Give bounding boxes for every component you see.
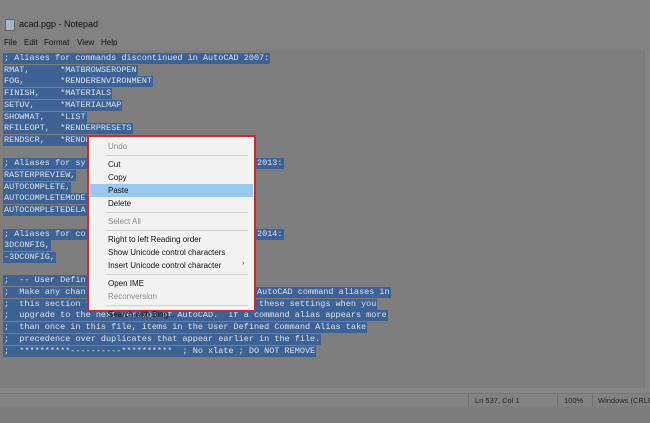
menu-separator: [106, 230, 248, 231]
context-item-cut[interactable]: Cut: [90, 158, 253, 171]
window-title: acad.pgp - Notepad: [19, 19, 99, 29]
menu-separator: [106, 212, 248, 213]
context-item-paste[interactable]: Paste: [90, 184, 253, 197]
window-bottom-edge: [0, 406, 650, 423]
context-item-delete[interactable]: Delete: [90, 197, 253, 210]
text-line: ; Make any chan: [3, 287, 87, 298]
text-line: ; precedence over duplicates that appear…: [3, 333, 322, 345]
text-line: -3DCONFIG,: [3, 251, 57, 263]
menu-bar: File Edit Format View Help: [0, 36, 650, 50]
status-zoom: 100%: [564, 396, 584, 405]
context-item-copy[interactable]: Copy: [90, 171, 253, 184]
context-item-insert-unicode-control-character[interactable]: Insert Unicode control character: [90, 259, 253, 272]
text-line: SETUV, *MATERIALMAP: [3, 99, 123, 111]
status-encoding: Windows (CRLF: [598, 396, 650, 405]
menu-view[interactable]: View: [77, 38, 94, 47]
context-item-undo: Undo: [108, 142, 128, 151]
menu-separator: [106, 155, 248, 156]
text-line-tail: AutoCAD command aliases in: [256, 287, 391, 298]
text-line: SHOWMAT, *LIST: [3, 111, 87, 123]
context-menu: Undo Cut Copy Paste Delete Select All Right to…: [90, 138, 253, 319]
context-item-open-ime[interactable]: Open IME: [90, 277, 253, 290]
notepad-icon: [5, 19, 15, 31]
text-line: AUTOCOMPLETEDELA: [3, 205, 87, 217]
context-item-show-unicode-control-characters[interactable]: Show Unicode control characters: [90, 246, 253, 259]
text-line: 3DCONFIG,: [3, 240, 51, 252]
context-item-search-with-bing[interactable]: Search with Bing...: [90, 308, 253, 321]
context-item-select-all: Select All: [108, 217, 141, 226]
context-item-right-to-left-reading-order[interactable]: Right to left Reading order: [90, 233, 253, 246]
status-bar: Ln 537, Col 1 100% Windows (CRLF: [0, 393, 650, 407]
text-line: ; Aliases for commands discontinued in A…: [3, 53, 271, 64]
text-line: AUTOCOMPLETE,: [3, 181, 72, 193]
text-line: FOG, *RENDERENVIRONMENT: [3, 76, 153, 88]
text-line-tail: 2014:: [256, 228, 284, 240]
text-line: ; **********----------********** ; No xl…: [3, 345, 317, 357]
vertical-scrollbar[interactable]: [644, 50, 650, 388]
menu-format[interactable]: Format: [44, 38, 69, 47]
text-line: RASTERPREVIEW,: [3, 170, 77, 181]
chevron-right-icon: ›: [242, 260, 245, 267]
text-line: ; Aliases for co: [3, 228, 87, 240]
text-line: FINISH, *MATERIALS: [3, 88, 113, 100]
menu-separator: [106, 274, 248, 275]
title-bar[interactable]: acad.pgp - Notepad: [0, 0, 650, 36]
text-line: RMAT, *MATBROWSEROPEN: [3, 64, 138, 76]
menu-file[interactable]: File: [4, 38, 17, 47]
text-line: ; Aliases for sy: [3, 158, 87, 170]
context-item-reconversion: Reconversion: [108, 292, 157, 301]
text-line: AUTOCOMPLETEMODE: [3, 193, 87, 205]
menu-help[interactable]: Help: [101, 38, 117, 47]
menu-separator: [106, 305, 248, 306]
text-line-tail: 2013:: [256, 158, 284, 170]
text-line: ; -- User Defin: [3, 275, 87, 287]
text-line: RFILEOPT, *RENDERPRESETS: [3, 123, 133, 135]
text-line: ; than once in this file, items in the U…: [3, 322, 368, 334]
menu-edit[interactable]: Edit: [24, 38, 38, 47]
status-position: Ln 537, Col 1: [475, 396, 520, 405]
